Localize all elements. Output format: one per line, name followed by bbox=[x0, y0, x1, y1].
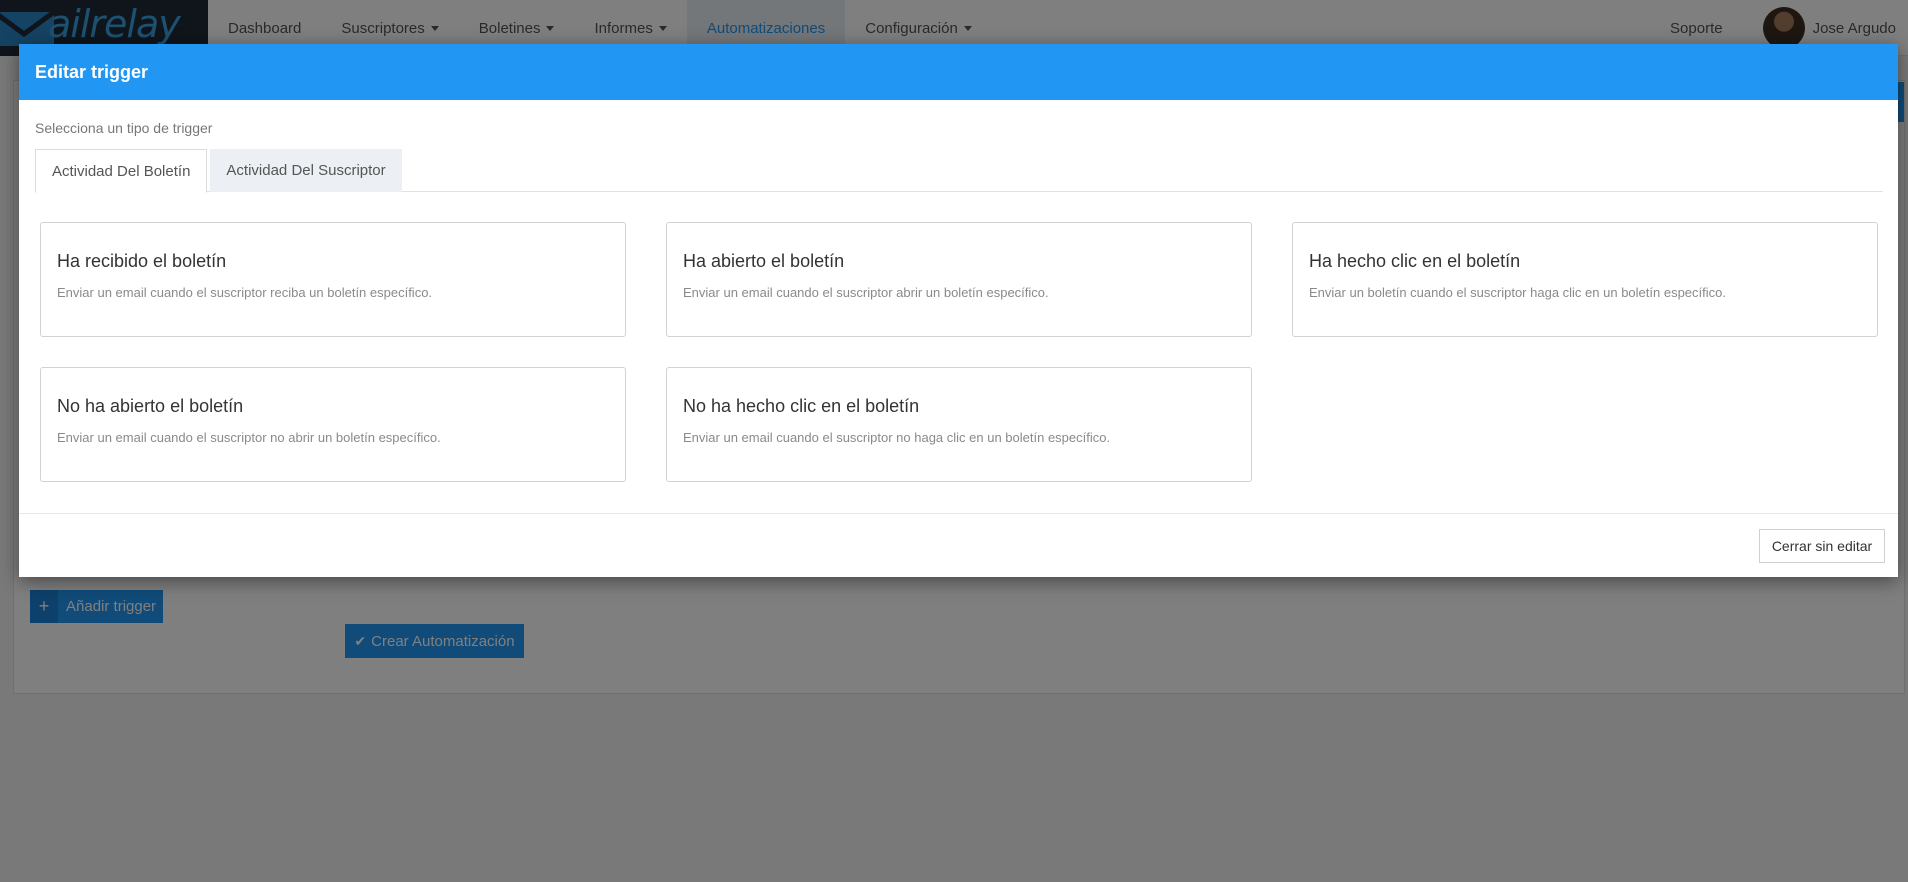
trigger-option-not-opened[interactable]: No ha abierto el boletín Enviar un email… bbox=[40, 367, 626, 482]
trigger-option-not-clicked[interactable]: No ha hecho clic en el boletín Enviar un… bbox=[666, 367, 1252, 482]
trigger-option-description: Enviar un email cuando el suscriptor no … bbox=[57, 430, 441, 445]
trigger-option-opened[interactable]: Ha abierto el boletín Enviar un email cu… bbox=[666, 222, 1252, 337]
tab-label: Actividad Del Boletín bbox=[52, 162, 191, 180]
trigger-option-title: Ha recibido el boletín bbox=[57, 251, 227, 271]
tab-subscriber-activity[interactable]: Actividad Del Suscriptor bbox=[210, 149, 402, 192]
trigger-option-description: Enviar un boletín cuando el suscriptor h… bbox=[1309, 285, 1726, 300]
trigger-option-title: No ha abierto el boletín bbox=[57, 396, 244, 416]
modal-body: Selecciona un tipo de trigger Actividad … bbox=[19, 100, 1898, 513]
trigger-option-description: Enviar un email cuando el suscriptor abr… bbox=[683, 285, 1049, 300]
trigger-option-clicked[interactable]: Ha hecho clic en el boletín Enviar un bo… bbox=[1292, 222, 1878, 337]
trigger-type-label: Selecciona un tipo de trigger bbox=[35, 120, 213, 136]
trigger-option-description: Enviar un email cuando el suscriptor rec… bbox=[57, 285, 433, 300]
modal-header: Editar trigger bbox=[19, 44, 1898, 100]
trigger-option-title: Ha hecho clic en el boletín bbox=[1309, 251, 1521, 271]
trigger-option-description: Enviar un email cuando el suscriptor no … bbox=[683, 430, 1111, 445]
modal-title: Editar trigger bbox=[35, 61, 149, 82]
close-without-editing-button[interactable]: Cerrar sin editar bbox=[1759, 529, 1885, 563]
trigger-option-title: No ha hecho clic en el boletín bbox=[683, 396, 920, 416]
tab-newsletter-activity[interactable]: Actividad Del Boletín bbox=[35, 149, 208, 193]
trigger-option-title: Ha abierto el boletín bbox=[683, 251, 845, 271]
trigger-option-received[interactable]: Ha recibido el boletín Enviar un email c… bbox=[40, 222, 626, 337]
trigger-tabs: Actividad Del Boletín Actividad Del Susc… bbox=[35, 149, 1883, 193]
tab-label: Actividad Del Suscriptor bbox=[226, 162, 386, 179]
modal-footer: Cerrar sin editar bbox=[19, 513, 1898, 577]
edit-trigger-modal: Editar trigger Selecciona un tipo de tri… bbox=[19, 44, 1898, 577]
